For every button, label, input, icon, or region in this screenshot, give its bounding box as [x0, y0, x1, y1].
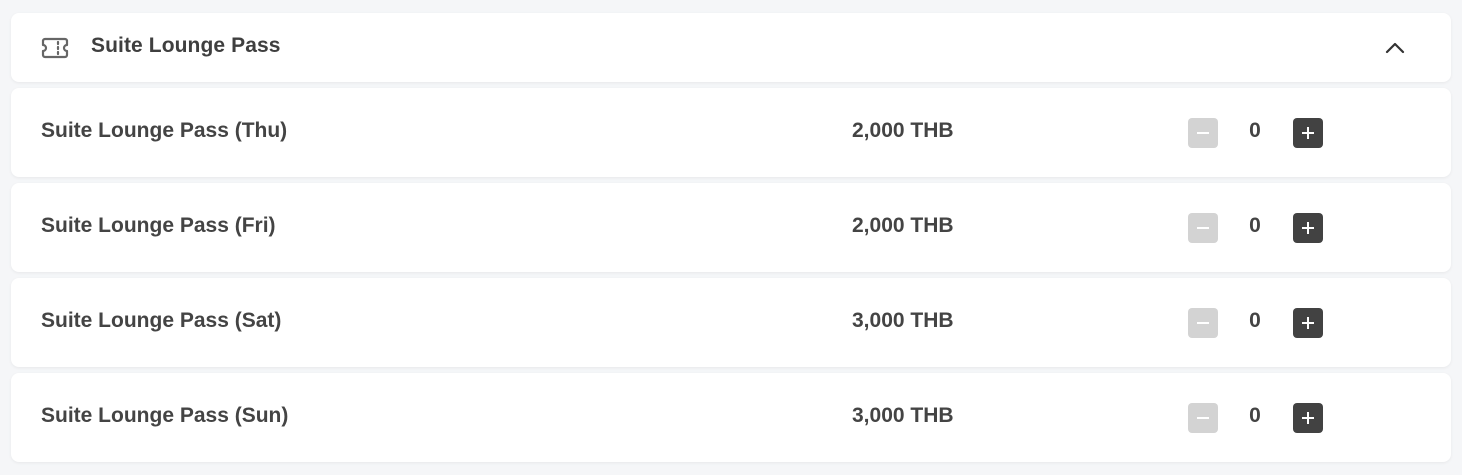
- section-title: Suite Lounge Pass: [91, 34, 281, 57]
- quantity-value: 0: [1249, 404, 1261, 427]
- minus-icon: [1197, 132, 1209, 134]
- ticket-price: 2,000 THB: [852, 214, 954, 237]
- increment-button[interactable]: [1293, 403, 1323, 433]
- section-header[interactable]: Suite Lounge Pass: [11, 13, 1451, 82]
- ticket-price: 3,000 THB: [852, 404, 954, 427]
- decrement-button[interactable]: [1188, 403, 1218, 433]
- ticket-row-thu: Suite Lounge Pass (Thu) 2,000 THB 0: [11, 88, 1451, 177]
- minus-icon: [1197, 227, 1209, 229]
- ticket-name: Suite Lounge Pass (Thu): [41, 119, 288, 142]
- increment-button[interactable]: [1293, 118, 1323, 148]
- ticket-icon: [41, 36, 69, 60]
- decrement-button[interactable]: [1188, 213, 1218, 243]
- increment-button[interactable]: [1293, 308, 1323, 338]
- increment-button[interactable]: [1293, 213, 1323, 243]
- ticket-row-sun: Suite Lounge Pass (Sun) 3,000 THB 0: [11, 373, 1451, 462]
- ticket-name: Suite Lounge Pass (Sun): [41, 404, 289, 427]
- plus-icon: [1302, 317, 1314, 329]
- ticket-row-fri: Suite Lounge Pass (Fri) 2,000 THB 0: [11, 183, 1451, 272]
- ticket-price: 2,000 THB: [852, 119, 954, 142]
- plus-icon: [1302, 222, 1314, 234]
- minus-icon: [1197, 417, 1209, 419]
- ticket-name: Suite Lounge Pass (Sat): [41, 309, 282, 332]
- chevron-up-icon[interactable]: [1383, 38, 1407, 58]
- decrement-button[interactable]: [1188, 308, 1218, 338]
- quantity-value: 0: [1249, 119, 1261, 142]
- plus-icon: [1302, 127, 1314, 139]
- decrement-button[interactable]: [1188, 118, 1218, 148]
- ticket-price: 3,000 THB: [852, 309, 954, 332]
- ticket-name: Suite Lounge Pass (Fri): [41, 214, 276, 237]
- ticket-row-sat: Suite Lounge Pass (Sat) 3,000 THB 0: [11, 278, 1451, 367]
- quantity-value: 0: [1249, 309, 1261, 332]
- plus-icon: [1302, 412, 1314, 424]
- quantity-value: 0: [1249, 214, 1261, 237]
- minus-icon: [1197, 322, 1209, 324]
